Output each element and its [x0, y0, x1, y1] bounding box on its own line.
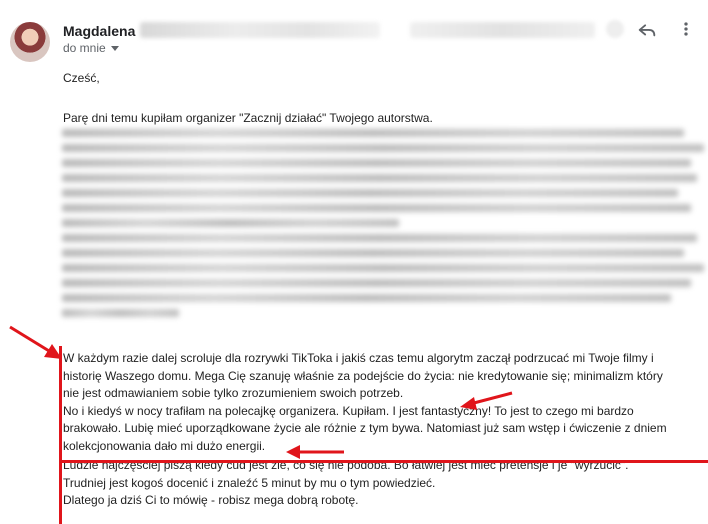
text-line: brakowało. Lubię mieć uporządkowane życi… — [63, 421, 667, 435]
recipient-label: do mnie — [63, 41, 106, 55]
blurred-date — [410, 22, 595, 38]
reply-icon[interactable] — [636, 18, 658, 40]
sender-name[interactable]: Magdalena — [63, 23, 135, 39]
greeting: Cześć, — [63, 71, 100, 85]
annotation-horizontal-line — [59, 460, 708, 463]
blurred-sender-email — [140, 22, 380, 38]
text-line: kolekcjonowania dało mi dużo energii. — [63, 438, 266, 453]
text-line: Dlatego ja dziś Ci to mówię - robisz meg… — [63, 493, 359, 507]
highlighted-paragraph: W każdym razie dalej scroluje dla rozryw… — [63, 350, 703, 455]
email-header: Magdalena do mnie — [0, 0, 708, 62]
text-line: Trudniej jest kogoś docenić i znaleźć 5 … — [63, 475, 436, 490]
annotation-arrow-top-left — [9, 325, 62, 359]
closing-paragraph: Ludzie najczęściej piszą kiedy cud jest … — [63, 457, 703, 510]
text-line: historię Waszego domu. Mega Cię szanuję … — [63, 368, 663, 383]
star-icon[interactable] — [606, 20, 624, 38]
caret-down-icon — [110, 46, 119, 52]
recipient-dropdown[interactable]: do mnie — [63, 41, 119, 55]
text-line: W każdym razie dalej scroluje dla rozryw… — [63, 351, 654, 365]
more-vertical-icon[interactable] — [676, 18, 696, 40]
text-line: nie jest odmawianiem sobie tylko zrozumi… — [63, 386, 404, 400]
intro-line: Parę dni temu kupiłam organizer "Zacznij… — [63, 111, 433, 125]
annotation-left-bar — [59, 346, 62, 524]
text-line: No i kiedyś w nocy trafiłam na polecajkę… — [63, 403, 634, 418]
avatar[interactable] — [10, 22, 50, 62]
blurred-text-block — [58, 124, 706, 346]
